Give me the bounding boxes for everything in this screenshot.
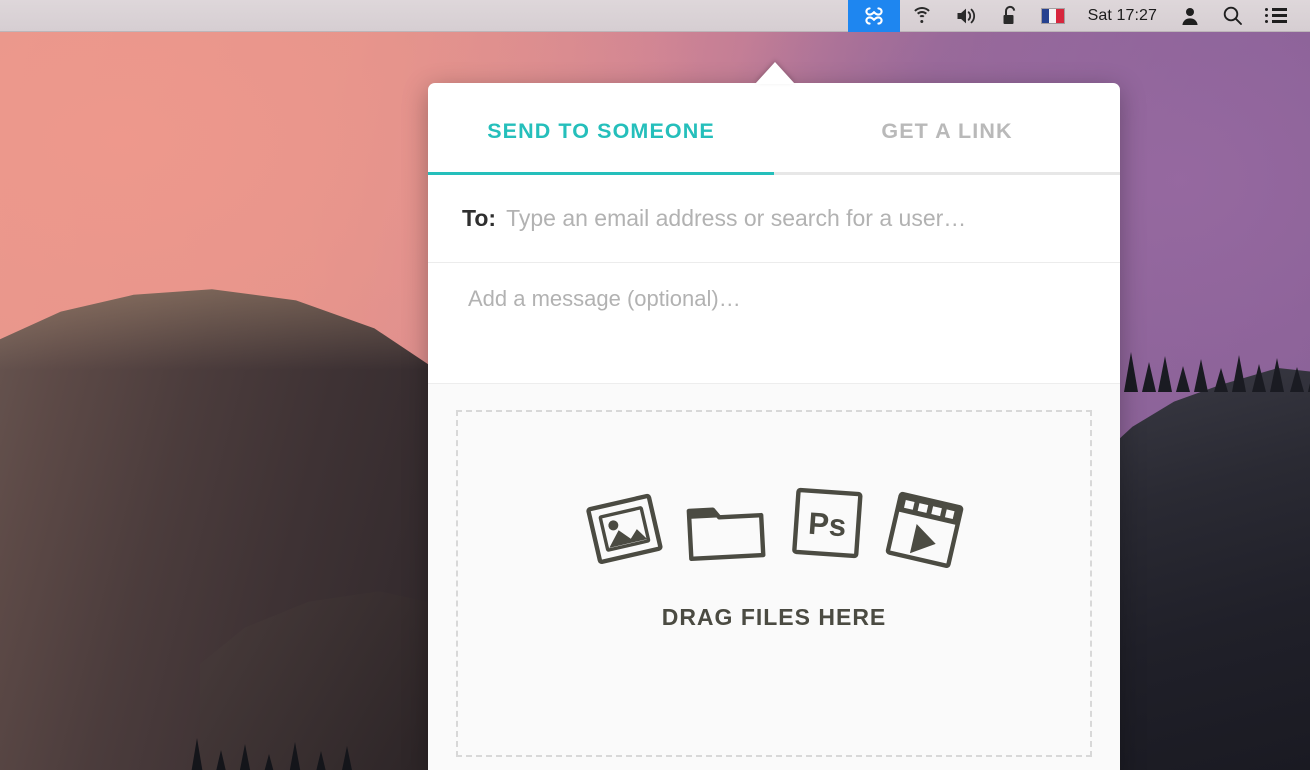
wallpaper-tree-line-left (180, 700, 430, 770)
photoshop-file-icon: Ps (792, 487, 863, 559)
volume-icon (957, 8, 975, 23)
file-dropzone[interactable]: Ps DRAG FILES HERE (456, 410, 1092, 757)
image-file-icon (586, 493, 663, 565)
tab-get-a-link[interactable]: GET A LINK (774, 83, 1120, 172)
share-popover-panel: SEND TO SOMEONE GET A LINK To: Type an e… (428, 83, 1120, 770)
menubar-item-spotlight[interactable] (1211, 0, 1254, 32)
photoshop-label: Ps (807, 506, 847, 544)
wallpaper-tree-line-right (1120, 322, 1310, 392)
recipient-row: To: (428, 175, 1120, 263)
menubar-item-volume[interactable] (944, 0, 990, 32)
message-input[interactable] (468, 285, 1090, 365)
to-label: To: (462, 205, 497, 231)
scissors-icon (864, 6, 883, 25)
menubar-item-user[interactable] (1169, 0, 1211, 32)
menubar-item-notification-center[interactable] (1254, 0, 1298, 32)
menubar-item-lock[interactable] (990, 0, 1030, 32)
drag-files-label: DRAG FILES HERE (661, 604, 887, 630)
tab-send-to-someone[interactable]: SEND TO SOMEONE (428, 83, 774, 172)
menubar-item-wifi[interactable] (900, 0, 944, 32)
file-drop-area[interactable]: Ps DRAG FILES HERE (428, 383, 1120, 770)
menubar-clock[interactable]: Sat 17:27 (1076, 7, 1169, 25)
popover-tab-bar: SEND TO SOMEONE GET A LINK (428, 83, 1120, 175)
file-type-icon-row: Ps (583, 486, 965, 568)
menubar-item-scissors[interactable] (847, 0, 900, 32)
active-tab-indicator (428, 172, 774, 175)
user-account-icon (1182, 7, 1198, 25)
recipient-input[interactable] (506, 205, 1120, 232)
video-file-icon (885, 491, 964, 568)
mac-menu-bar: Sat 17:27 (0, 0, 1310, 32)
lock-open-icon (1003, 5, 1015, 24)
flag-france-icon (1040, 7, 1065, 24)
wifi-icon (910, 7, 933, 24)
menubar-item-input-language[interactable] (1030, 0, 1076, 32)
folder-icon (686, 507, 766, 562)
message-row (428, 263, 1120, 383)
notification-center-icon (1265, 8, 1287, 24)
wallpaper-right-cliff (1096, 368, 1310, 770)
popover-notch (755, 62, 795, 84)
screen: Sat 17:27 SEND TO SOMEONE GET A LINK To:… (0, 0, 1310, 770)
spotlight-search-icon (1223, 6, 1242, 25)
